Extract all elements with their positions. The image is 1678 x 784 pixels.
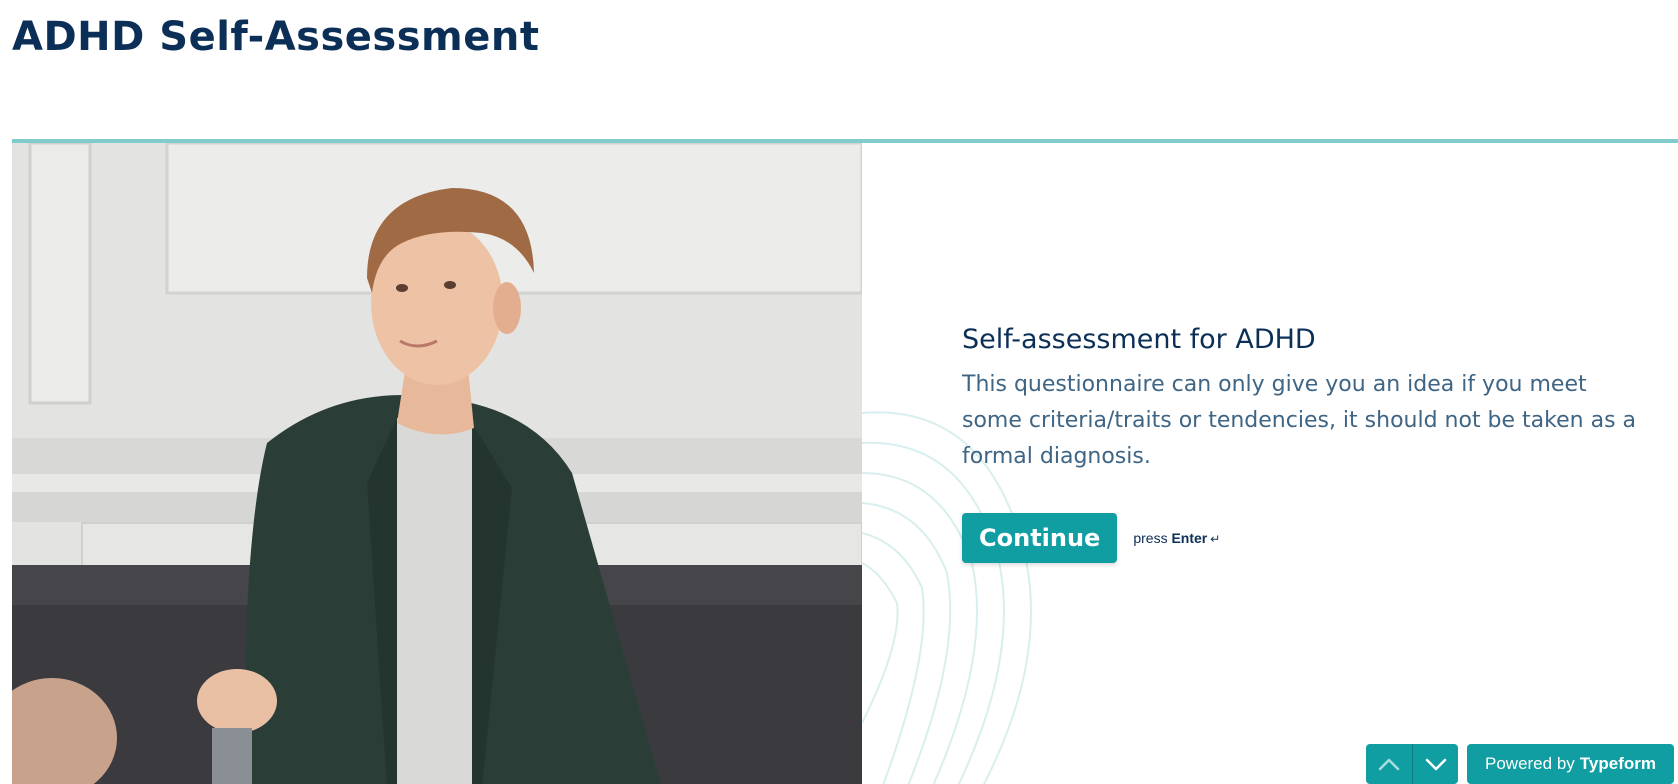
welcome-title: Self-assessment for ADHD [962, 324, 1316, 355]
chevron-down-icon [1425, 758, 1446, 771]
next-question-button[interactable] [1412, 744, 1458, 784]
hero-photo-illustration [12, 143, 862, 784]
question-navigation [1366, 744, 1458, 784]
enter-key-label: Enter [1171, 530, 1208, 546]
enter-icon: ↵ [1210, 532, 1221, 546]
powered-by-typeform-link[interactable]: Powered by Typeform [1467, 744, 1674, 784]
previous-question-button[interactable] [1366, 744, 1412, 784]
press-label: press [1133, 530, 1168, 546]
page-title: ADHD Self-Assessment [12, 14, 540, 60]
cta-row: Continue press Enter ↵ [962, 513, 1642, 563]
hero-photo [12, 143, 862, 784]
chevron-up-icon [1378, 758, 1400, 771]
powered-by-label: Powered by [1485, 754, 1575, 773]
welcome-description: This questionnaire can only give you an … [962, 372, 1637, 469]
typeform-embed: Self-assessment for ADHD This questionna… [12, 139, 1678, 784]
keyboard-hint: press Enter ↵ [1133, 530, 1220, 546]
continue-button[interactable]: Continue [962, 513, 1118, 563]
welcome-screen: Self-assessment for ADHD This questionna… [962, 323, 1642, 563]
typeform-brand: Typeform [1579, 754, 1656, 773]
